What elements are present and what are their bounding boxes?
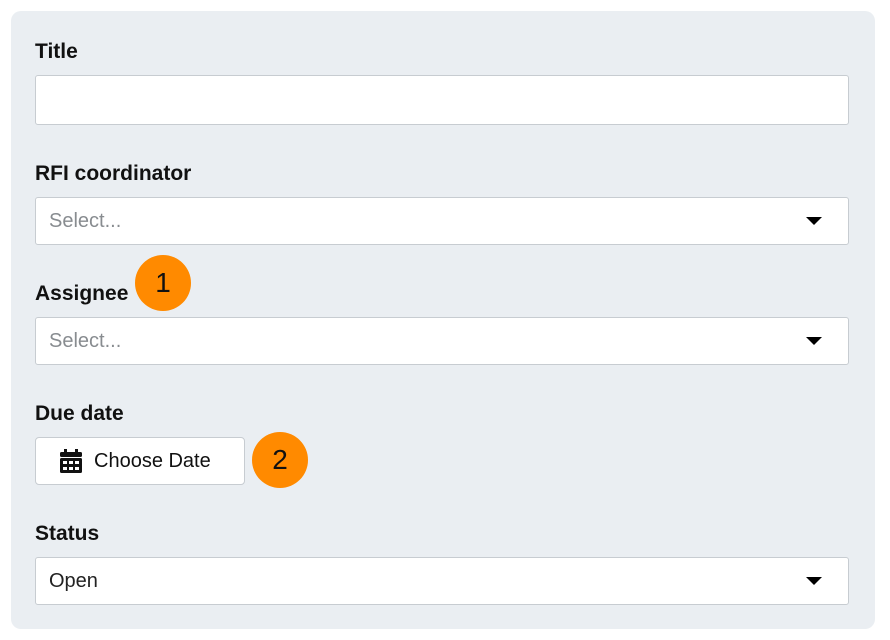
status-select[interactable]: Open	[35, 557, 849, 605]
caret-down-icon	[806, 577, 822, 585]
choose-date-label: Choose Date	[94, 449, 211, 472]
due-date-label: Due date	[35, 402, 124, 425]
annotation-badge-1: 1	[135, 255, 191, 311]
status-value: Open	[49, 569, 98, 592]
caret-down-icon	[806, 337, 822, 345]
rfi-coordinator-select[interactable]: Select...	[35, 197, 849, 245]
title-input[interactable]	[35, 75, 849, 125]
assignee-label: Assignee	[35, 282, 129, 305]
title-label: Title	[35, 40, 78, 63]
rfi-coordinator-placeholder: Select...	[49, 209, 122, 232]
rfi-coordinator-label: RFI coordinator	[35, 162, 192, 185]
calendar-icon	[60, 449, 82, 473]
assignee-placeholder: Select...	[49, 329, 122, 352]
assignee-select[interactable]: Select...	[35, 317, 849, 365]
status-label: Status	[35, 522, 100, 545]
caret-down-icon	[806, 217, 822, 225]
choose-date-button[interactable]: Choose Date	[35, 437, 245, 485]
form-panel: Title RFI coordinator Select... Assignee…	[11, 11, 875, 629]
annotation-badge-2: 2	[252, 432, 308, 488]
